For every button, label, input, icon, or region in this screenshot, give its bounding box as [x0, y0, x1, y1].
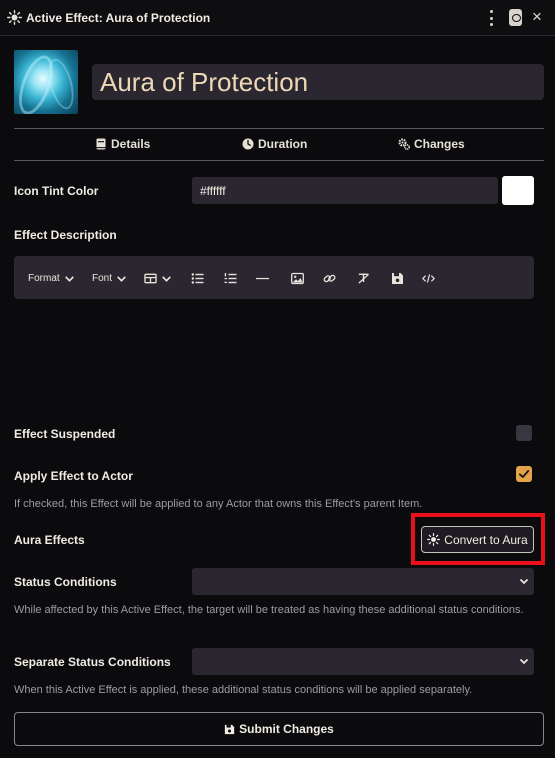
bullet-list-button[interactable] [191, 270, 204, 286]
tab-duration[interactable]: Duration [242, 137, 307, 151]
window-titlebar: Active Effect: Aura of Protection × [0, 0, 555, 36]
tab-label: Details [111, 137, 151, 151]
book-icon [96, 138, 106, 150]
chevron-down-icon [519, 578, 529, 585]
link-icon [323, 274, 336, 282]
cogs-icon [398, 138, 410, 150]
tab-label: Changes [414, 137, 465, 151]
separate-status-hint: When this Active Effect is applied, thes… [14, 684, 473, 696]
aura-effects-label: Aura Effects [14, 533, 85, 547]
status-conditions-select[interactable] [192, 568, 534, 595]
tab-label: Duration [258, 137, 308, 151]
separate-status-select[interactable] [192, 648, 534, 675]
close-icon[interactable]: × [532, 7, 542, 27]
format-dropdown[interactable]: Format [28, 270, 76, 286]
code-icon [422, 273, 435, 283]
save-editor-button[interactable] [391, 270, 404, 286]
font-dropdown[interactable]: Font [92, 270, 128, 286]
chevron-down-icon [64, 275, 74, 282]
floppy-disk-icon [225, 724, 235, 734]
checkmark-icon [518, 470, 530, 478]
color-picker-swatch[interactable] [502, 176, 534, 205]
tab-changes[interactable]: Changes [398, 137, 465, 151]
submit-changes-label: Submit Changes [239, 722, 334, 736]
aura-effect-icon [7, 10, 22, 25]
image-button[interactable] [291, 270, 304, 286]
image-icon [291, 272, 304, 284]
format-label: Format [28, 272, 60, 284]
icon-tint-input[interactable] [192, 177, 498, 204]
effect-image[interactable] [14, 50, 78, 114]
status-conditions-label: Status Conditions [14, 575, 117, 589]
icon-tint-label: Icon Tint Color [14, 184, 99, 198]
source-code-button[interactable] [422, 270, 435, 286]
aura-icon [427, 533, 441, 546]
separate-status-label: Separate Status Conditions [14, 655, 171, 669]
chevron-down-icon [519, 658, 529, 665]
numbered-list-icon [224, 272, 237, 283]
apply-to-actor-hint: If checked, this Effect will be applied … [14, 498, 423, 510]
horizontal-rule-icon [256, 277, 269, 279]
floppy-disk-icon [392, 272, 403, 284]
effect-description-label: Effect Description [14, 228, 117, 242]
convert-to-aura-button[interactable]: Convert to Aura [421, 526, 534, 553]
horizontal-rule-button[interactable] [256, 270, 269, 286]
clock-icon [242, 138, 254, 150]
effect-suspended-label: Effect Suspended [14, 427, 116, 441]
editor-toolbar: Format Font [14, 256, 534, 299]
submit-changes-button[interactable]: Submit Changes [14, 712, 544, 746]
apply-to-actor-checkbox[interactable] [516, 466, 532, 482]
chevron-down-icon [162, 275, 171, 282]
status-conditions-hint: While affected by this Active Effect, th… [14, 604, 524, 616]
apply-to-actor-label: Apply Effect to Actor [14, 469, 133, 483]
tab-details[interactable]: Details [95, 137, 150, 151]
bullet-list-icon [191, 272, 204, 284]
convert-to-aura-label: Convert to Aura [444, 532, 528, 547]
clear-formatting-button[interactable] [357, 270, 370, 286]
effect-suspended-checkbox[interactable] [516, 425, 532, 441]
font-label: Font [92, 272, 113, 284]
chevron-down-icon [117, 275, 126, 282]
numbered-list-button[interactable] [224, 270, 237, 286]
clear-formatting-icon [358, 273, 370, 284]
sheet-tabs: Details Duration Changes [14, 128, 544, 161]
token-config-icon[interactable] [509, 9, 522, 26]
table-dropdown[interactable] [144, 270, 173, 286]
window-title: Active Effect: Aura of Protection [26, 11, 211, 25]
effect-name-input[interactable] [92, 64, 544, 100]
table-icon [144, 273, 157, 283]
more-options-icon[interactable] [486, 10, 496, 26]
link-button[interactable] [323, 270, 336, 286]
